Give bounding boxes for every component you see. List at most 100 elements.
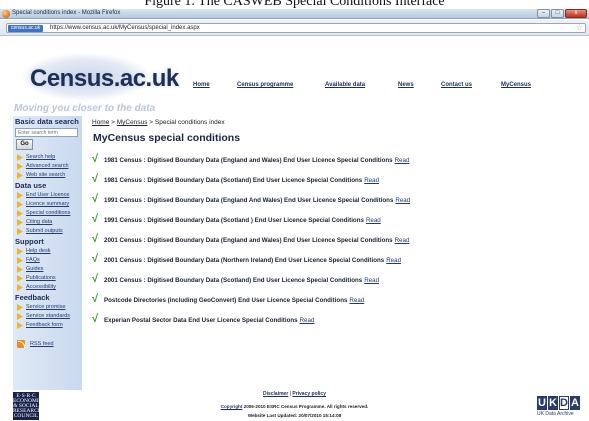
read-link[interactable]: Read: [349, 297, 364, 304]
check-icon: √: [92, 253, 99, 265]
sidebar: Basic data search Go Search help Advance…: [13, 116, 82, 390]
read-link[interactable]: Read: [395, 157, 410, 164]
chevron-icon: [17, 163, 23, 170]
copyright-link[interactable]: Copyright: [221, 404, 243, 409]
list-item: √ 1981 Census : Digitised Boundary Data (…: [92, 173, 380, 185]
logo-text: Census.ac.uk: [30, 65, 179, 92]
read-link[interactable]: Read: [364, 277, 379, 284]
sidebar-link[interactable]: End User Licence: [13, 191, 82, 200]
read-link[interactable]: Read: [366, 217, 381, 224]
nav-news[interactable]: News: [398, 82, 414, 88]
sidebar-link[interactable]: Licence summary: [13, 200, 82, 209]
sidebar-link[interactable]: Web site search: [13, 171, 82, 180]
disclaimer-link[interactable]: Disclaimer: [263, 391, 288, 397]
list-item: √ Postcode Directories (including GeoConv…: [92, 293, 365, 305]
copyright: Copyright 2006-2010 ESRC Census Programm…: [220, 404, 369, 409]
close-button[interactable]: x: [565, 9, 587, 18]
figure-caption: Figure 1. The CASWEB Special Conditions …: [144, 0, 445, 9]
site-logo[interactable]: Census.ac.uk Moving you closer to the da…: [9, 47, 179, 117]
check-icon: √: [92, 193, 99, 205]
url-field[interactable]: census.ac.uk https://www.census.ac.uk/My…: [6, 23, 586, 33]
check-icon: √: [92, 293, 99, 305]
last-updated: Website Last Updated: 20/07/2010 15:14:0…: [247, 413, 342, 418]
check-icon: √: [92, 313, 99, 325]
top-navigation: Home Census programme Available data New…: [182, 82, 588, 94]
sidebar-link[interactable]: FAQs: [13, 256, 82, 265]
check-icon: √: [92, 173, 99, 185]
read-link[interactable]: Read: [364, 177, 379, 184]
navigation-toolbar: census.ac.uk https://www.census.ac.uk/My…: [0, 20, 589, 36]
conditions-list: √ 1981 Census : Digitised Boundary Data (…: [92, 153, 586, 336]
sidebar-link[interactable]: Publications: [13, 274, 82, 283]
window-controls: – □ x: [537, 9, 587, 18]
rss-icon: [17, 340, 25, 348]
feedback-heading: Feedback: [15, 293, 50, 302]
sidebar-link[interactable]: Accessibility: [13, 283, 82, 292]
tagline: Moving you closer to the data: [14, 103, 156, 114]
sidebar-link[interactable]: Citing data: [13, 218, 82, 227]
sidebar-link[interactable]: Advanced search: [13, 162, 82, 171]
sidebar-link[interactable]: Help desk: [13, 247, 82, 256]
read-link[interactable]: Read: [395, 237, 410, 244]
url-text[interactable]: https://www.census.ac.uk/MyCensus/specia…: [50, 25, 200, 32]
sidebar-link[interactable]: Special conditions: [13, 209, 82, 218]
list-item: √ 2001 Census : Digitised Boundary Data (…: [92, 273, 380, 285]
footer: E·S·R·C ECONOMIC & SOCIAL RESEARCH COUNC…: [0, 389, 589, 421]
support-heading: Support: [15, 237, 44, 246]
list-item: √ 2001 Census : Digitised Boundary Data (…: [92, 253, 402, 265]
window-title: Special conditions index - Mozilla Firef…: [12, 10, 121, 16]
chevron-icon: [17, 192, 23, 199]
sidebar-link[interactable]: Guides: [13, 265, 82, 274]
rss-feed-link[interactable]: RSS feed: [13, 338, 82, 350]
check-icon: √: [92, 273, 99, 285]
chevron-icon: [17, 219, 23, 226]
go-button[interactable]: Go: [16, 139, 33, 150]
maximize-button[interactable]: □: [551, 9, 564, 18]
nav-available-data[interactable]: Available data: [325, 82, 365, 88]
chevron-icon: [17, 275, 23, 282]
check-icon: √: [92, 213, 99, 225]
read-link[interactable]: Read: [386, 257, 401, 264]
check-icon: √: [92, 153, 99, 165]
chevron-icon: [17, 154, 23, 161]
search-heading: Basic data search: [15, 117, 79, 126]
sidebar-link[interactable]: Submit outputs: [13, 227, 82, 236]
sidebar-link[interactable]: Service standards: [13, 312, 82, 321]
chevron-icon: [17, 201, 23, 208]
sidebar-link[interactable]: Search help: [13, 153, 82, 162]
list-item: √ 2001 Census : Digitised Boundary Data (…: [92, 233, 410, 245]
breadcrumb-home[interactable]: Home: [92, 119, 109, 126]
read-link[interactable]: Read: [300, 317, 315, 324]
bookmark-star-icon[interactable]: ☆: [576, 24, 583, 32]
chevron-icon: [17, 284, 23, 291]
minimize-button[interactable]: –: [537, 9, 550, 18]
read-link[interactable]: Read: [395, 197, 410, 204]
firefox-icon: [2, 10, 10, 18]
nav-mycensus[interactable]: MyCensus: [501, 82, 531, 88]
breadcrumb: Home > MyCensus > Special conditions ind…: [92, 119, 225, 126]
list-item: √ Experian Postal Sector Data End User Li…: [92, 313, 315, 325]
chevron-icon: [17, 304, 23, 311]
chevron-icon: [17, 257, 23, 264]
breadcrumb-current: Special conditions index: [154, 119, 225, 126]
check-icon: √: [92, 233, 99, 245]
chevron-icon: [17, 322, 23, 329]
search-input[interactable]: [15, 128, 78, 137]
sidebar-link[interactable]: Feedback form: [13, 321, 82, 330]
chevron-icon: [17, 248, 23, 255]
list-item: √ 1991 Census : Digitised Boundary Data (…: [92, 213, 381, 225]
breadcrumb-mycensus[interactable]: MyCensus: [117, 119, 148, 126]
main-content: Home > MyCensus > Special conditions ind…: [92, 116, 586, 386]
list-item: √ 1981 Census : Digitised Boundary Data (…: [92, 153, 410, 165]
chevron-icon: [17, 172, 23, 179]
sidebar-link[interactable]: Service promise: [13, 303, 82, 312]
privacy-policy-link[interactable]: Privacy policy: [292, 391, 326, 397]
list-item: √ 1991 Census : Digitised Boundary Data (…: [92, 193, 411, 205]
footer-links: Disclaimer | Privacy policy: [262, 391, 326, 397]
nav-census-programme[interactable]: Census programme: [237, 82, 293, 88]
nav-contact-us[interactable]: Contact us: [441, 82, 472, 88]
chevron-icon: [17, 266, 23, 273]
site-identity-button[interactable]: census.ac.uk: [8, 25, 44, 32]
ukda-logo[interactable]: U K D A UK Data Archive: [537, 396, 581, 420]
nav-home[interactable]: Home: [193, 82, 210, 88]
